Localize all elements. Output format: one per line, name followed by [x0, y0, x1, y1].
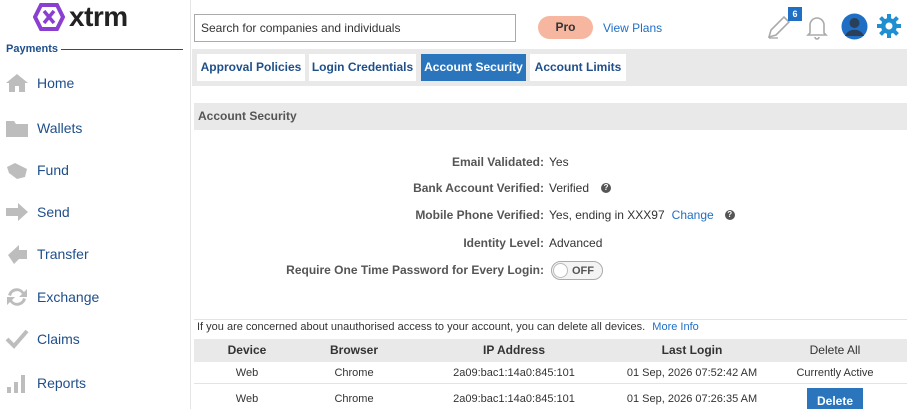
- plan-badge: Pro: [538, 16, 593, 39]
- otp-toggle[interactable]: OFF: [551, 261, 603, 280]
- sidebar-item-transfer[interactable]: Transfer: [0, 239, 190, 269]
- sidebar-item-label: Wallets: [37, 120, 83, 136]
- sidebar: xtrm Payments Home Wallets Fund Send Tra…: [0, 0, 191, 409]
- field-value: Yes, ending in XXX97 Change ?: [549, 206, 735, 224]
- folder-icon: [6, 121, 28, 137]
- tab-login-credentials[interactable]: Login Credentials: [309, 54, 416, 81]
- delete-device-button[interactable]: Delete: [807, 388, 863, 409]
- delete-all-link[interactable]: Delete All: [794, 339, 876, 362]
- toggle-knob: [553, 263, 568, 278]
- section-divider: [194, 319, 907, 320]
- field-label: Email Validated:: [451, 155, 544, 169]
- tab-bar: Approval Policies Login Credentials Acco…: [192, 49, 907, 86]
- arrow-right-icon: [6, 203, 28, 221]
- panel-title: Account Security: [194, 103, 907, 130]
- bar-chart-icon: [7, 375, 25, 393]
- field-value: Verified ?: [549, 179, 612, 197]
- tab-approval-policies[interactable]: Approval Policies: [197, 54, 305, 81]
- sidebar-item-label: Transfer: [37, 246, 89, 262]
- sidebar-item-wallets[interactable]: Wallets: [0, 113, 190, 143]
- transfer-icon: [8, 245, 27, 264]
- sidebar-item-label: Fund: [37, 162, 69, 178]
- field-label: Require One Time Password for Every Logi…: [286, 263, 544, 277]
- view-plans-link[interactable]: View Plans: [603, 21, 662, 35]
- col-last-login: Last Login: [661, 343, 723, 357]
- avatar-icon[interactable]: [841, 13, 868, 40]
- col-device: Device: [227, 343, 267, 357]
- fund-icon: [7, 163, 27, 179]
- devices-table: Device Browser IP Address Last Login Del…: [194, 339, 907, 409]
- cell-device: Web: [235, 367, 259, 379]
- field-email-validated: Email Validated: Yes: [194, 153, 907, 171]
- sidebar-item-label: Home: [37, 75, 75, 91]
- table-header: Device Browser IP Address Last Login Del…: [194, 339, 907, 362]
- field-label: Identity Level:: [463, 236, 544, 250]
- devices-notice: If you are concerned about unauthorised …: [197, 321, 699, 333]
- logo[interactable]: xtrm: [33, 3, 128, 31]
- cell-device: Web: [235, 393, 259, 405]
- table-row: Web Chrome 2a09:bac1:14a0:845:101 01 Sep…: [194, 362, 907, 384]
- field-bank-verified: Bank Account Verified: Verified ?: [194, 179, 907, 197]
- email-validated-value: Yes: [549, 155, 569, 169]
- check-icon: [5, 329, 29, 349]
- cell-browser: Chrome: [334, 367, 374, 379]
- devices-notice-text: If you are concerned about unauthorised …: [197, 321, 646, 333]
- sidebar-item-label: Exchange: [37, 289, 100, 305]
- sidebar-item-label: Claims: [37, 331, 80, 347]
- home-icon: [6, 74, 28, 92]
- field-value: OFF: [551, 261, 603, 280]
- more-info-link[interactable]: More Info: [652, 321, 698, 333]
- change-phone-link[interactable]: Change: [672, 206, 714, 224]
- cell-ip: 2a09:bac1:14a0:845:101: [453, 367, 575, 379]
- field-value: Advanced: [549, 234, 602, 252]
- table-row: Web Chrome 2a09:bac1:14a0:845:101 01 Sep…: [194, 384, 907, 409]
- search-input[interactable]: [194, 14, 516, 42]
- cell-last-login: 01 Sep, 2026 07:26:35 AM: [626, 393, 758, 405]
- sidebar-item-reports[interactable]: Reports: [0, 368, 190, 398]
- field-identity-level: Identity Level: Advanced: [194, 234, 907, 252]
- cell-status: Currently Active: [796, 367, 874, 379]
- notification-count-badge: 6: [788, 7, 802, 21]
- phone-verified-value: Yes, ending in XXX97: [549, 208, 665, 222]
- sidebar-item-label: Send: [37, 204, 70, 220]
- bell-icon[interactable]: [805, 14, 829, 40]
- help-icon[interactable]: ?: [601, 183, 612, 193]
- sidebar-item-claims[interactable]: Claims: [0, 324, 190, 354]
- brand-name: xtrm: [69, 1, 128, 32]
- exchange-icon: [7, 288, 27, 306]
- sidebar-item-exchange[interactable]: Exchange: [0, 282, 190, 312]
- sidebar-item-send[interactable]: Send: [0, 197, 190, 227]
- tab-account-security[interactable]: Account Security: [421, 54, 526, 81]
- section-label-payments: Payments: [6, 43, 58, 55]
- col-browser: Browser: [329, 343, 379, 357]
- sidebar-item-label: Reports: [37, 375, 87, 391]
- cell-last-login: 01 Sep, 2026 07:52:42 AM: [626, 367, 758, 379]
- cell-browser: Chrome: [334, 393, 374, 405]
- col-ip-address: IP Address: [482, 343, 546, 357]
- field-label: Mobile Phone Verified:: [415, 208, 544, 222]
- field-phone-verified: Mobile Phone Verified: Yes, ending in XX…: [194, 206, 907, 224]
- cell-ip: 2a09:bac1:14a0:845:101: [453, 393, 575, 405]
- xtrm-logo-icon: [33, 3, 65, 31]
- tab-account-limits[interactable]: Account Limits: [530, 54, 626, 81]
- bank-verified-value: Verified: [549, 181, 590, 195]
- toggle-state: OFF: [572, 264, 594, 277]
- field-label: Bank Account Verified:: [413, 181, 544, 195]
- identity-level-value: Advanced: [549, 236, 603, 250]
- sidebar-item-home[interactable]: Home: [0, 68, 190, 98]
- field-otp: Require One Time Password for Every Logi…: [194, 261, 907, 280]
- field-value: Yes: [549, 153, 569, 171]
- section-divider: [61, 49, 183, 50]
- sidebar-item-fund[interactable]: Fund: [0, 155, 190, 185]
- gear-icon[interactable]: [876, 13, 902, 39]
- help-icon[interactable]: ?: [724, 210, 735, 220]
